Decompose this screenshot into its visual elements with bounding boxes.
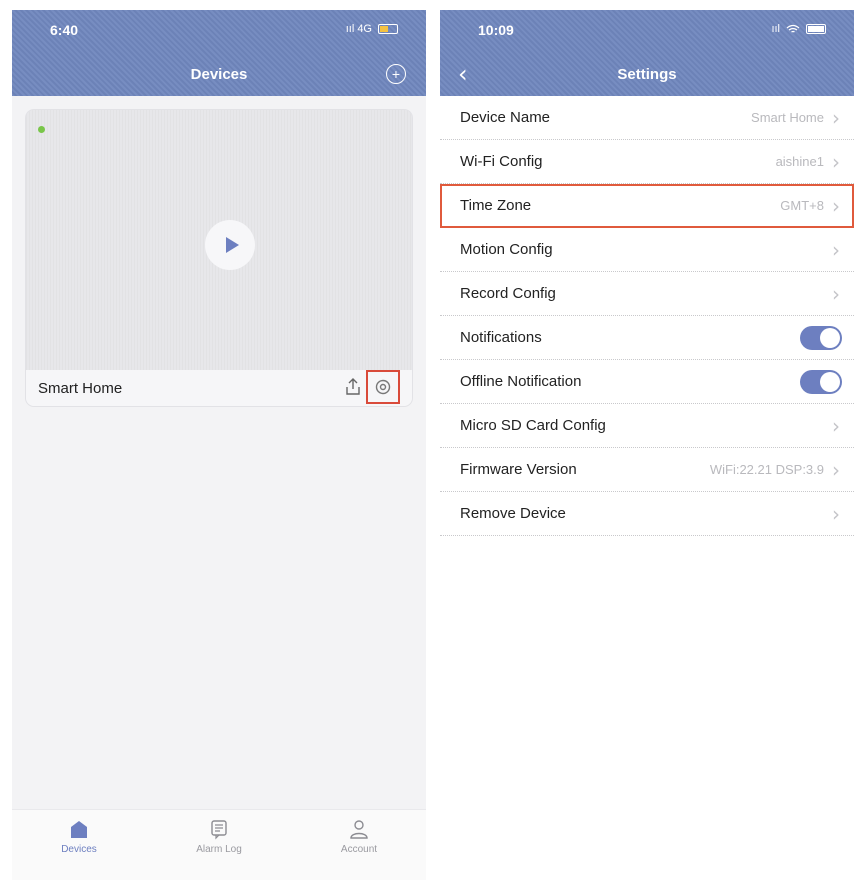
device-card-footer: Smart Home xyxy=(26,370,412,406)
settings-row-record-config[interactable]: Record Config › xyxy=(440,272,854,316)
alarm-log-icon xyxy=(211,820,227,840)
signal-text: ııl xyxy=(771,23,780,35)
play-icon xyxy=(225,237,239,253)
tab-devices[interactable]: Devices xyxy=(19,818,139,855)
tab-account[interactable]: Account xyxy=(299,818,419,855)
status-time: 10:09 xyxy=(478,22,514,38)
settings-row-wi-fi-config[interactable]: Wi-Fi Config aishine1 › xyxy=(440,140,854,184)
chevron-right-icon: › xyxy=(832,150,840,174)
chevron-right-icon: › xyxy=(832,414,840,438)
row-label: Notifications xyxy=(460,329,542,346)
battery-icon xyxy=(378,24,398,34)
chevron-right-icon: › xyxy=(832,238,840,262)
status-indicators: ııl xyxy=(771,23,826,35)
row-label: Remove Device xyxy=(460,505,566,522)
tab-label: Devices xyxy=(61,844,97,855)
status-time: 6:40 xyxy=(50,22,79,38)
row-label: Record Config xyxy=(460,285,556,302)
add-device-button[interactable]: + xyxy=(386,64,406,84)
settings-row-offline-notification[interactable]: Offline Notification xyxy=(440,360,854,404)
share-button[interactable] xyxy=(342,376,364,398)
chevron-right-icon: › xyxy=(832,106,840,130)
row-label: Wi-Fi Config xyxy=(460,153,543,170)
toggle-switch[interactable] xyxy=(800,370,842,394)
row-label: Motion Config xyxy=(460,241,553,258)
nav-bar: 10:09 ııl ‹ Settings xyxy=(440,10,854,96)
tab-bar: Devices Alarm Log Account xyxy=(12,809,426,880)
device-card[interactable]: Smart Home xyxy=(26,110,412,406)
row-label: Time Zone xyxy=(460,197,532,214)
settings-row-device-name[interactable]: Device Name Smart Home › xyxy=(440,96,854,140)
settings-row-notifications[interactable]: Notifications xyxy=(440,316,854,360)
settings-screen: 10:09 ııl ‹ Settings Device Name Smart Ho… xyxy=(440,10,854,880)
chevron-right-icon: › xyxy=(832,458,840,482)
tab-label: Account xyxy=(340,844,378,855)
wifi-icon xyxy=(786,24,800,33)
status-indicators: ııl 4G xyxy=(346,23,398,35)
account-icon xyxy=(350,820,368,839)
page-title: Devices xyxy=(190,66,248,83)
gear-icon xyxy=(375,379,391,395)
row-value: aishine1 xyxy=(775,154,824,169)
page-title: Settings xyxy=(617,66,677,83)
share-icon xyxy=(346,378,360,395)
nav-bar: 6:40 ııl 4G Devices + xyxy=(12,10,426,96)
tab-alarm-log[interactable]: Alarm Log xyxy=(159,818,279,855)
devices-screen: 6:40 ııl 4G Devices + Smart Home Devices… xyxy=(12,10,426,880)
plus-icon: + xyxy=(391,66,401,82)
row-value: GMT+8 xyxy=(780,198,824,213)
video-preview[interactable] xyxy=(26,110,412,370)
settings-row-motion-config[interactable]: Motion Config › xyxy=(440,228,854,272)
toggle-knob xyxy=(820,328,840,348)
row-value: Smart Home xyxy=(751,110,824,125)
row-label: Firmware Version xyxy=(460,461,577,478)
settings-button[interactable] xyxy=(366,370,400,404)
toggle-switch[interactable] xyxy=(800,326,842,350)
chevron-right-icon: › xyxy=(832,194,840,218)
signal-text: ııl 4G xyxy=(345,23,372,35)
online-status-dot xyxy=(38,126,45,133)
play-button[interactable] xyxy=(205,220,255,270)
chevron-right-icon: › xyxy=(832,502,840,526)
settings-row-firmware-version[interactable]: Firmware Version WiFi:22.21 DSP:3.9 › xyxy=(440,448,854,492)
settings-row-time-zone[interactable]: Time Zone GMT+8 › xyxy=(440,184,854,228)
devices-icon xyxy=(71,821,87,838)
settings-list: Device Name Smart Home › Wi-Fi Config aishin… xyxy=(440,96,854,536)
device-name: Smart Home xyxy=(38,380,123,397)
tab-label: Alarm Log xyxy=(196,844,242,855)
settings-row-remove-device[interactable]: Remove Device › xyxy=(440,492,854,536)
battery-icon xyxy=(806,24,826,34)
row-label: Offline Notification xyxy=(460,373,582,390)
toggle-knob xyxy=(820,372,840,392)
settings-row-micro-sd-card-config[interactable]: Micro SD Card Config › xyxy=(440,404,854,448)
row-value: WiFi:22.21 DSP:3.9 xyxy=(709,462,824,477)
row-label: Device Name xyxy=(460,109,551,126)
row-label: Micro SD Card Config xyxy=(460,417,606,434)
chevron-right-icon: › xyxy=(832,282,840,306)
